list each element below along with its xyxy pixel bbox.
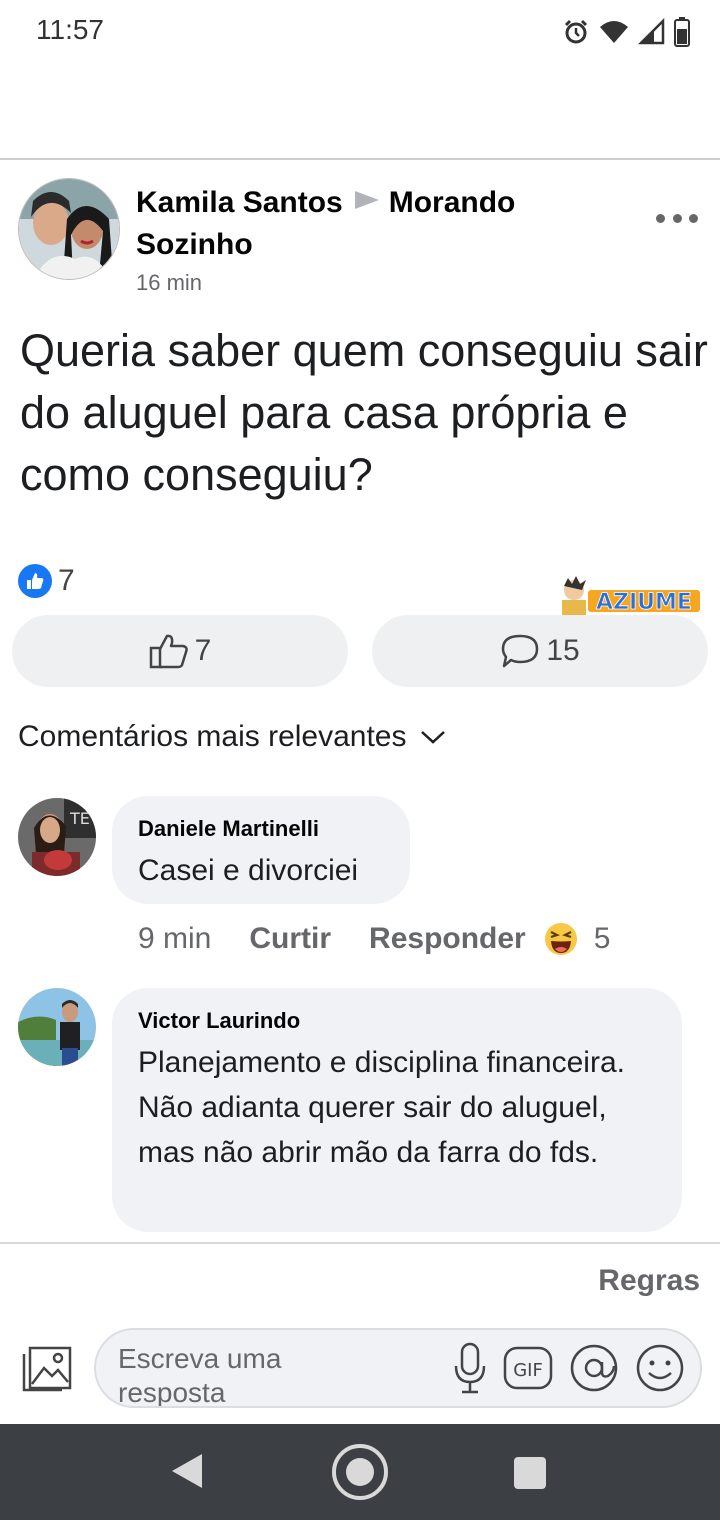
like-reaction-icon bbox=[18, 564, 52, 598]
post-header: Kamila Santos Morando Sozinho 16 min bbox=[136, 182, 606, 296]
reply-input[interactable]: Escreva uma resposta GIF bbox=[94, 1328, 702, 1408]
status-icons bbox=[562, 14, 690, 50]
comment-bubble[interactable]: Daniele Martinelli Casei e divorciei bbox=[112, 796, 410, 904]
top-divider bbox=[0, 158, 720, 160]
mention-icon[interactable] bbox=[568, 1342, 620, 1394]
signal-icon bbox=[638, 18, 665, 45]
post-time[interactable]: 16 min bbox=[136, 270, 606, 296]
reaction-count: 7 bbox=[58, 564, 75, 597]
comments-sort-dropdown[interactable]: Comentários mais relevantes bbox=[18, 720, 447, 754]
haha-reaction-icon[interactable] bbox=[544, 922, 578, 956]
comment-author-name[interactable]: Victor Laurindo bbox=[138, 1006, 656, 1036]
post-author-line: Kamila Santos Morando Sozinho bbox=[136, 182, 606, 266]
post-author-avatar[interactable] bbox=[18, 178, 120, 280]
shared-to-arrow-icon bbox=[354, 191, 379, 209]
post-text: Queria saber quem conseguiu sair do alug… bbox=[20, 325, 708, 500]
comment-reply-button[interactable]: Responder bbox=[369, 922, 526, 956]
comment-count: 15 bbox=[546, 634, 580, 667]
thumbs-up-icon bbox=[149, 634, 188, 669]
comment-icon bbox=[502, 634, 539, 668]
comment-reaction-count: 5 bbox=[593, 922, 611, 955]
comment-time[interactable]: 9 min bbox=[138, 922, 211, 956]
recent-apps-icon[interactable] bbox=[514, 1457, 546, 1489]
wifi-icon bbox=[600, 21, 628, 43]
alarm-icon bbox=[564, 19, 588, 44]
battery-icon bbox=[674, 17, 690, 47]
comment-like-button[interactable]: Curtir bbox=[249, 922, 331, 956]
home-icon[interactable] bbox=[332, 1444, 388, 1500]
comment-author-avatar[interactable] bbox=[18, 988, 96, 1066]
photo-icon[interactable] bbox=[20, 1342, 74, 1394]
comment-button[interactable]: 15 bbox=[372, 615, 708, 687]
more-options-icon[interactable] bbox=[656, 206, 698, 230]
back-icon[interactable] bbox=[172, 1454, 202, 1488]
status-bar: 11:57 bbox=[0, 0, 720, 64]
comment-text: Casei e divorciei bbox=[138, 854, 359, 887]
watermark-text: AZIUME bbox=[596, 590, 692, 615]
comment-actions: 9 min Curtir Responder 5 bbox=[138, 922, 610, 956]
reaction-summary[interactable]: 7 bbox=[18, 564, 75, 598]
rules-link[interactable]: Regras bbox=[598, 1264, 700, 1298]
like-count: 7 bbox=[194, 634, 212, 667]
gif-icon[interactable]: GIF bbox=[502, 1342, 554, 1394]
post-author-name[interactable]: Kamila Santos bbox=[136, 186, 343, 219]
status-time: 11:57 bbox=[36, 14, 104, 45]
navigation-bar bbox=[0, 1424, 720, 1520]
reply-tools: GIF bbox=[452, 1340, 686, 1396]
comment-bubble[interactable]: Victor Laurindo Planejamento e disciplin… bbox=[112, 988, 682, 1232]
comment-author-name[interactable]: Daniele Martinelli bbox=[138, 814, 384, 844]
chevron-down-icon bbox=[420, 731, 445, 744]
reply-placeholder: Escreva uma resposta bbox=[118, 1343, 282, 1408]
emoji-icon[interactable] bbox=[634, 1342, 686, 1394]
comments-sort-label: Comentários mais relevantes bbox=[18, 720, 407, 753]
watermark-logo: AZIUME bbox=[562, 576, 700, 616]
like-button[interactable]: 7 bbox=[12, 615, 348, 687]
svg-text:TE: TE bbox=[69, 809, 90, 828]
comment-text: Planejamento e disciplina financeira. Nã… bbox=[138, 1046, 625, 1169]
microphone-icon[interactable] bbox=[452, 1340, 488, 1396]
comment-author-avatar[interactable]: TE bbox=[18, 798, 96, 876]
gif-label: GIF bbox=[513, 1360, 543, 1381]
comments-divider bbox=[0, 1242, 720, 1244]
